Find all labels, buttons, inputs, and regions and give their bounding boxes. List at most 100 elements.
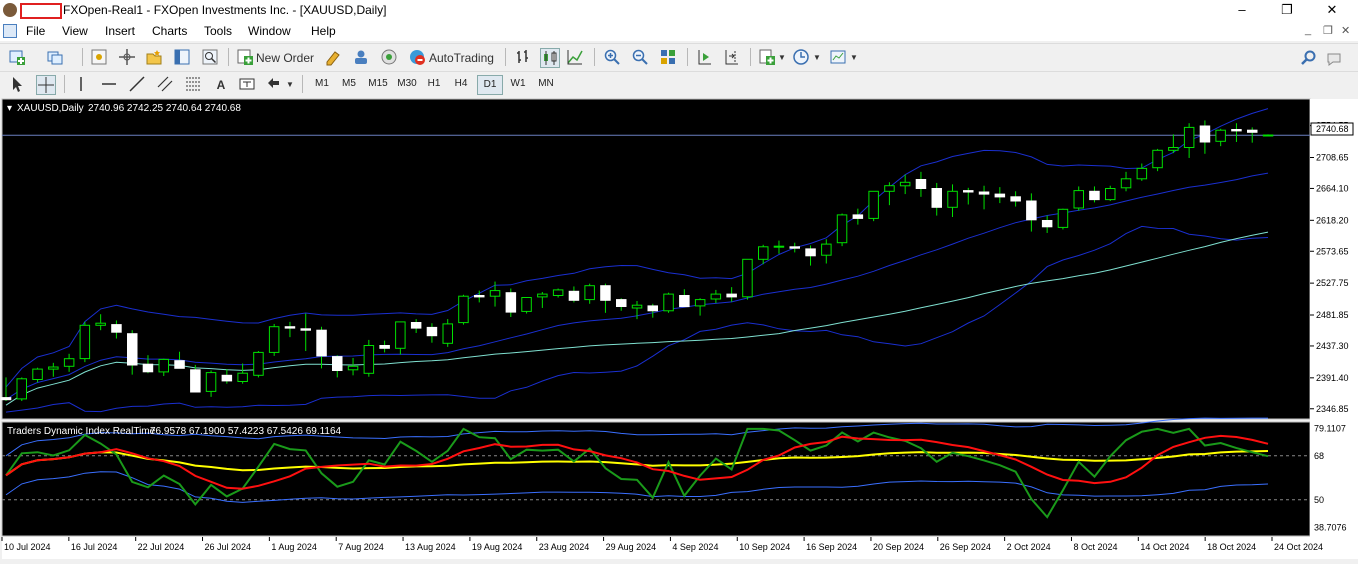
text-label-icon[interactable] — [238, 75, 256, 93]
periods-clock-icon[interactable] — [792, 48, 810, 66]
toolbar-separator — [64, 75, 65, 93]
search-icon[interactable] — [1300, 49, 1318, 67]
menu-window[interactable]: Window — [248, 24, 291, 38]
chevron-down-icon[interactable]: ▼ — [813, 48, 821, 68]
arrows-icon[interactable] — [266, 75, 284, 93]
time-axis-label: 26 Sep 2024 — [940, 542, 991, 552]
timeframe-m15[interactable]: M15 — [364, 75, 392, 93]
new-order-icon[interactable] — [236, 48, 254, 66]
time-axis-label: 16 Sep 2024 — [806, 542, 857, 552]
indicator-values-readout: 76.9578 67.1900 57.4223 67.5426 69.1164 — [150, 426, 342, 437]
drawing-toolbar: A ▼ M1 M5 M15 M30 H1 H4 D1 W1 MN — [0, 71, 1358, 98]
horizontal-line-icon[interactable] — [100, 75, 118, 93]
market-watch-icon[interactable] — [90, 48, 108, 66]
menu-view[interactable]: View — [62, 24, 88, 38]
timeframe-w1[interactable]: W1 — [506, 75, 530, 93]
menu-insert[interactable]: Insert — [105, 24, 135, 38]
market-icon[interactable] — [352, 48, 370, 66]
close-button[interactable]: ✕ — [1317, 1, 1347, 19]
timeframe-mn[interactable]: MN — [533, 75, 559, 93]
chart-window[interactable]: ▾ XAUUSD,Daily 2740.96 2742.25 2740.64 2… — [0, 97, 1358, 561]
timeframe-h4[interactable]: H4 — [449, 75, 473, 93]
price-chart[interactable]: ▾ XAUUSD,Daily 2740.96 2742.25 2740.64 2… — [0, 97, 1358, 561]
candle — [268, 323, 280, 356]
chevron-down-icon[interactable]: ▼ — [850, 48, 858, 68]
time-axis-label: 20 Sep 2024 — [873, 542, 924, 552]
signals-icon[interactable] — [380, 48, 398, 66]
cursor-icon[interactable] — [8, 75, 26, 93]
timeframe-m1[interactable]: M1 — [310, 75, 334, 93]
menu-tools[interactable]: Tools — [204, 24, 232, 38]
toolbar-separator — [228, 48, 229, 66]
navigator-icon[interactable] — [145, 48, 163, 66]
zoom-in-icon[interactable] — [603, 48, 621, 66]
mdi-minimize-button[interactable]: _ — [1305, 24, 1311, 36]
price-axis-label: 2708.65 — [1316, 152, 1349, 162]
candlestick-chart-icon[interactable] — [540, 48, 560, 68]
menu-bar: File View Insert Charts Tools Window Hel… — [0, 21, 1358, 41]
indicator-name: Traders Dynamic Index RealTime — [7, 426, 156, 437]
time-axis-label: 24 Oct 2024 — [1274, 542, 1323, 552]
time-axis-label: 19 Aug 2024 — [472, 542, 523, 552]
time-axis-label: 4 Sep 2024 — [672, 542, 718, 552]
menu-help[interactable]: Help — [311, 24, 336, 38]
timeframe-m5[interactable]: M5 — [337, 75, 361, 93]
chart-shift-icon[interactable] — [723, 48, 741, 66]
templates-icon[interactable] — [829, 48, 847, 66]
toolbar-separator — [82, 48, 83, 66]
indicator-axis-label: 68 — [1314, 451, 1324, 461]
time-axis-label: 22 Jul 2024 — [138, 542, 185, 552]
candle — [1105, 185, 1116, 202]
candle — [868, 190, 879, 222]
toolbar-separator — [302, 75, 303, 93]
trendline-icon[interactable] — [128, 75, 146, 93]
time-axis-label: 8 Oct 2024 — [1073, 542, 1117, 552]
line-chart-icon[interactable] — [566, 48, 584, 66]
candle — [1057, 208, 1069, 230]
mdi-close-button[interactable]: ✕ — [1341, 24, 1350, 37]
metaeditor-icon[interactable] — [324, 48, 342, 66]
indicator-pane[interactable] — [1, 421, 1311, 537]
autotrading-button[interactable]: AutoTrading — [429, 48, 494, 68]
autotrading-icon[interactable] — [408, 48, 426, 66]
candle — [521, 297, 532, 314]
timeframe-m30[interactable]: M30 — [393, 75, 421, 93]
chat-icon[interactable] — [1326, 50, 1344, 68]
maximize-button[interactable]: ❐ — [1272, 1, 1302, 19]
minimize-button[interactable]: – — [1227, 1, 1257, 19]
vertical-line-icon[interactable] — [72, 75, 90, 93]
auto-scroll-icon[interactable] — [696, 48, 714, 66]
time-axis-label: 26 Jul 2024 — [205, 542, 252, 552]
terminal-icon[interactable] — [173, 48, 191, 66]
crosshair-icon[interactable] — [36, 75, 56, 95]
mdi-restore-button[interactable]: ❐ — [1323, 24, 1333, 37]
candle — [16, 377, 27, 402]
profiles-icon[interactable] — [46, 48, 64, 66]
time-axis-label: 18 Oct 2024 — [1207, 542, 1256, 552]
window-title: FXOpen-Real1 - FXOpen Investments Inc. -… — [63, 3, 387, 17]
new-order-button[interactable]: New Order — [256, 48, 314, 68]
tile-windows-icon[interactable] — [659, 48, 677, 66]
candle — [742, 258, 753, 300]
bar-chart-icon[interactable] — [514, 48, 532, 66]
chevron-down-icon[interactable]: ▼ — [778, 48, 786, 68]
candle — [836, 213, 848, 247]
indicators-icon[interactable] — [758, 48, 776, 66]
menu-charts[interactable]: Charts — [152, 24, 187, 38]
new-chart-icon[interactable] — [8, 48, 26, 66]
strategy-tester-icon[interactable] — [201, 48, 219, 66]
candle — [1262, 134, 1274, 137]
timeframe-h1[interactable]: H1 — [422, 75, 446, 93]
chevron-down-icon[interactable]: ▼ — [286, 75, 294, 95]
zoom-out-icon[interactable] — [631, 48, 649, 66]
text-tool-button[interactable]: A — [212, 75, 230, 95]
indicator-axis-label: 38.7076 — [1314, 522, 1347, 532]
menu-file[interactable]: File — [26, 24, 45, 38]
time-axis-label: 1 Aug 2024 — [271, 542, 317, 552]
app-icon — [3, 3, 17, 17]
fibonacci-icon[interactable] — [184, 75, 202, 93]
data-window-icon[interactable] — [118, 48, 136, 66]
equidistant-channel-icon[interactable] — [156, 75, 174, 93]
time-axis-label: 10 Sep 2024 — [739, 542, 790, 552]
timeframe-d1[interactable]: D1 — [477, 75, 503, 95]
